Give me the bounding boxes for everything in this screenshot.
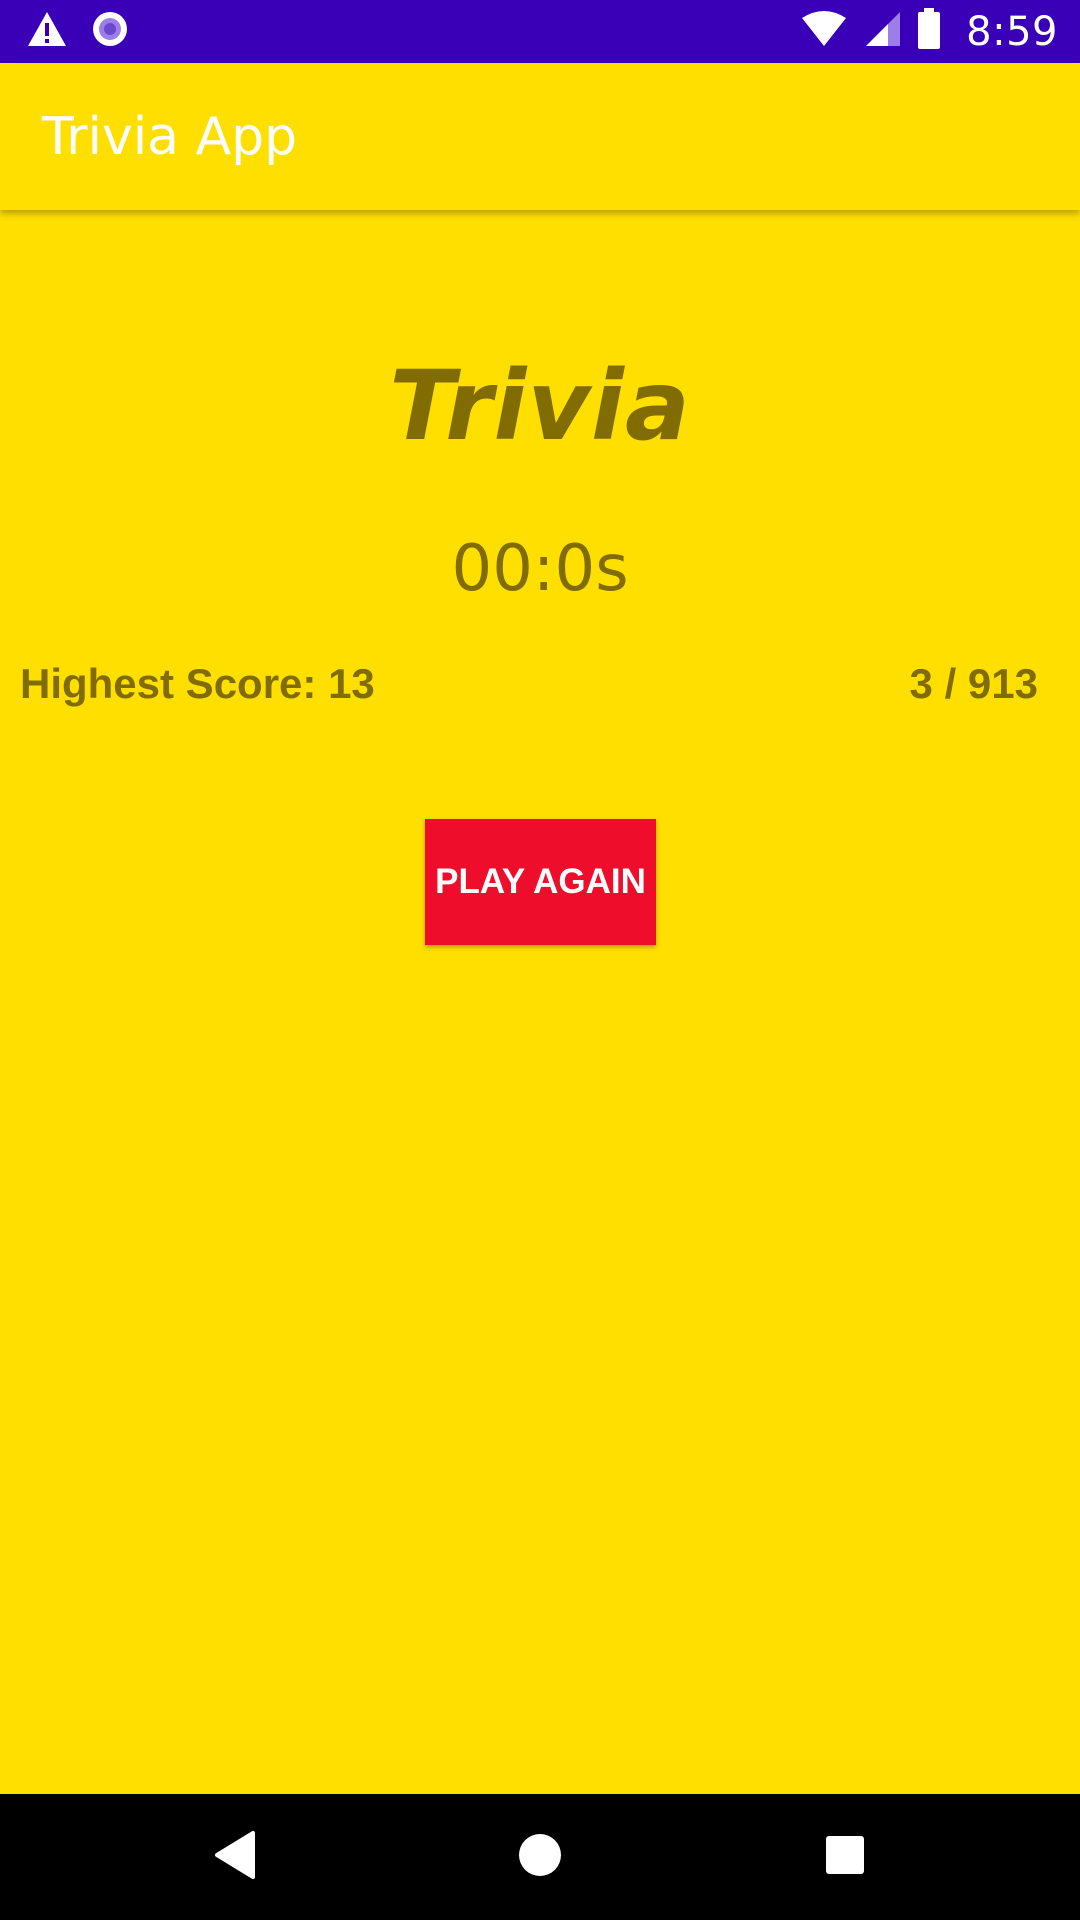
timer-display: 00:0s xyxy=(451,532,629,606)
status-bar: 8:59 xyxy=(0,0,1080,63)
status-left-icons xyxy=(26,0,130,63)
status-right-icons: 8:59 xyxy=(800,0,1058,63)
back-button[interactable] xyxy=(200,1822,270,1892)
warning-icon xyxy=(26,10,68,53)
app-bar: Trivia App xyxy=(0,63,1080,210)
main-content: Trivia 00:0s Highest Score: 13 3 / 913 P… xyxy=(0,210,1080,1794)
game-title: Trivia xyxy=(389,350,691,462)
cell-signal-icon xyxy=(862,10,902,53)
nav-bar xyxy=(0,1794,1080,1920)
play-again-button[interactable]: PLAY AGAIN xyxy=(425,819,656,945)
back-icon xyxy=(211,1829,259,1886)
radio-icon xyxy=(90,9,130,54)
question-progress: 3 / 913 xyxy=(909,660,1038,707)
status-time: 8:59 xyxy=(966,8,1058,55)
home-icon xyxy=(517,1832,563,1883)
recents-button[interactable] xyxy=(810,1822,880,1892)
highest-score-label: Highest Score: 13 xyxy=(20,660,375,707)
battery-icon xyxy=(916,8,942,55)
app-title: Trivia App xyxy=(42,107,298,167)
wifi-icon xyxy=(800,10,848,53)
recents-icon xyxy=(824,1834,866,1881)
home-button[interactable] xyxy=(505,1822,575,1892)
